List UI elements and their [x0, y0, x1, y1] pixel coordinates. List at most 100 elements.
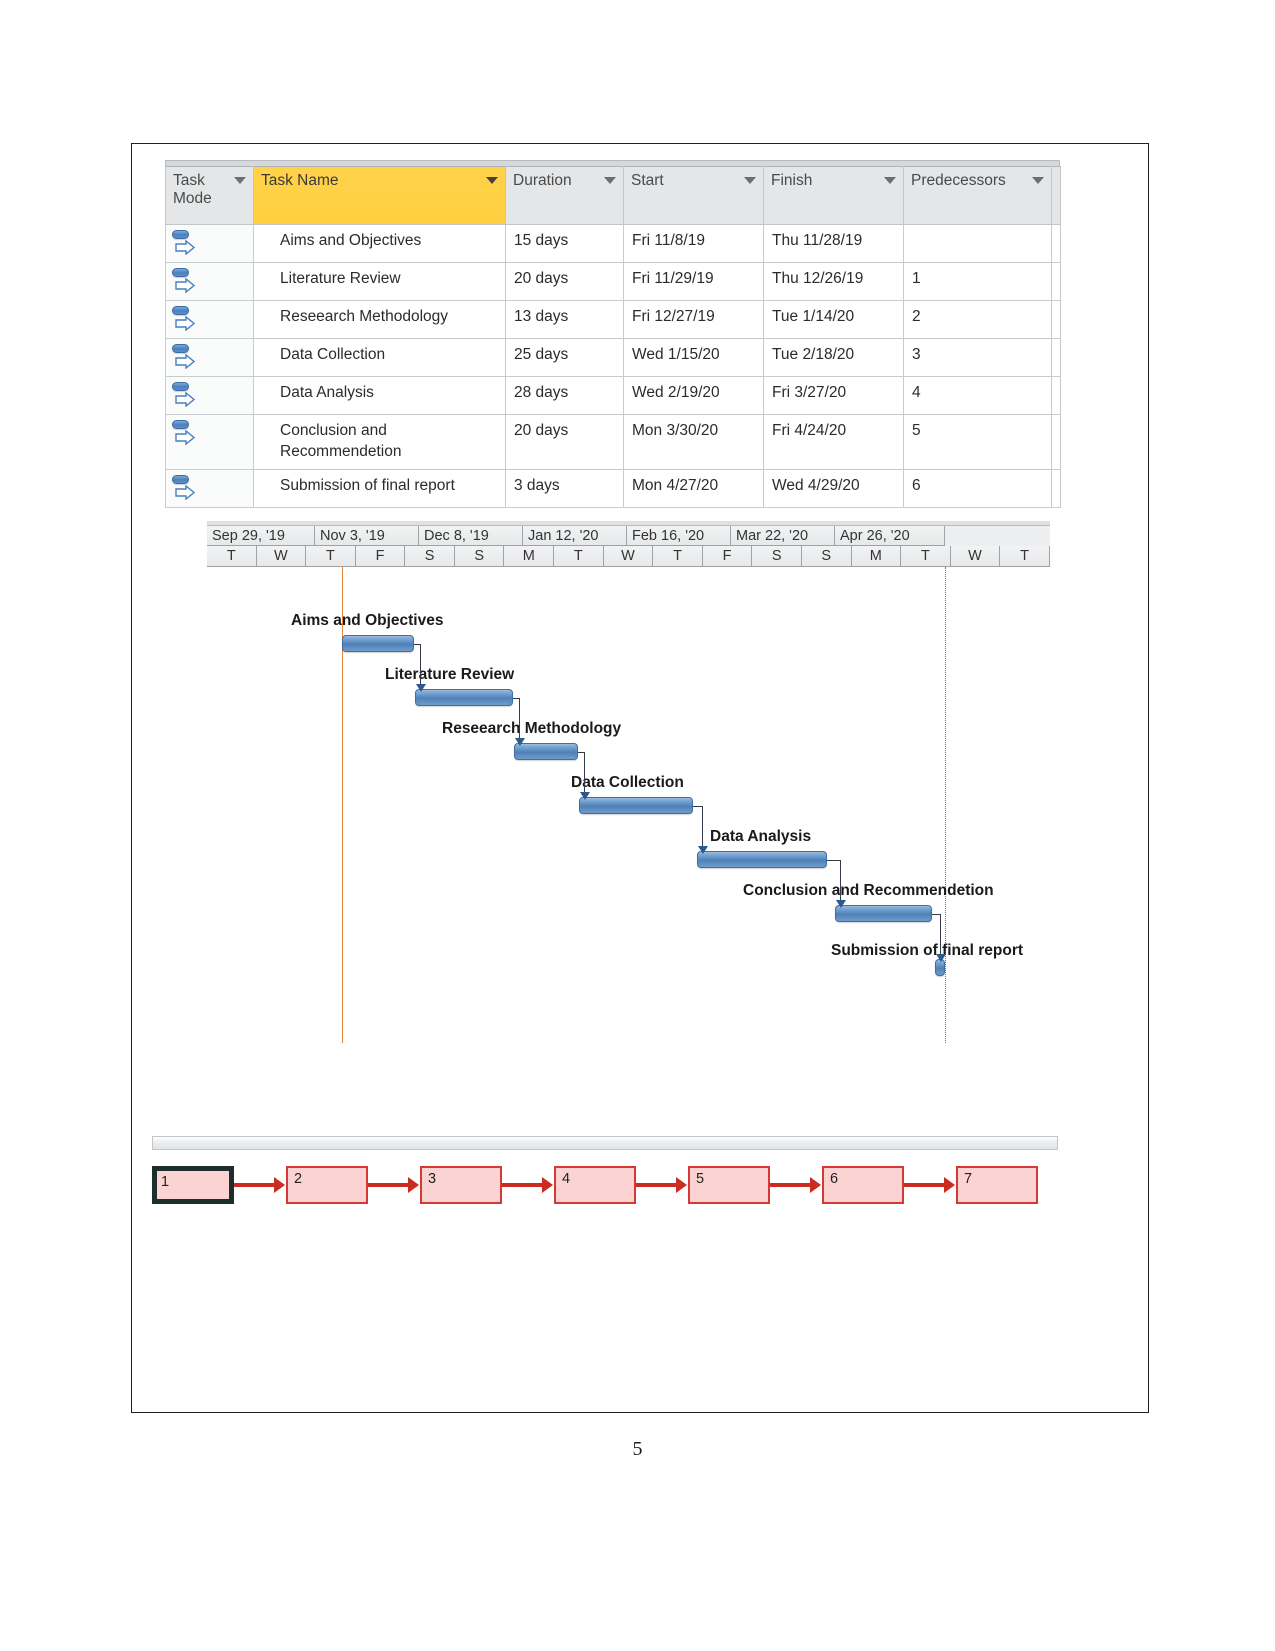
- cell-duration[interactable]: 20 days: [505, 414, 624, 470]
- gantt-bar[interactable]: [342, 635, 414, 652]
- column-header-task-name[interactable]: Task Name: [253, 166, 506, 225]
- cell-task-mode[interactable]: [165, 338, 254, 377]
- horizontal-scrollbar[interactable]: [152, 1136, 1058, 1150]
- timeline-major-cell: Feb 16, '20: [627, 526, 731, 546]
- cell-predecessors[interactable]: 1: [903, 262, 1052, 301]
- filter-arrow-icon[interactable]: [234, 177, 246, 184]
- gantt-canvas[interactable]: Aims and Objectives Literature Review Rese…: [207, 567, 1050, 1129]
- cell-task-name[interactable]: Literature Review: [253, 262, 506, 301]
- network-node[interactable]: 7: [956, 1166, 1038, 1204]
- cell-task-name[interactable]: Reseearch Methodology: [253, 300, 506, 339]
- network-connector: [234, 1183, 274, 1187]
- column-header-task-mode[interactable]: Task Mode: [165, 166, 254, 225]
- cell-task-name[interactable]: Data Analysis: [253, 376, 506, 415]
- filter-arrow-icon[interactable]: [486, 177, 498, 184]
- network-node[interactable]: 6: [822, 1166, 904, 1204]
- cell-overflow: [1051, 468, 1061, 508]
- cell-duration[interactable]: 28 days: [505, 376, 624, 415]
- network-node[interactable]: 4: [554, 1166, 636, 1204]
- column-header-start[interactable]: Start: [623, 166, 764, 225]
- cell-duration[interactable]: 13 days: [505, 300, 624, 339]
- table-row[interactable]: Data Analysis 28 days Wed 2/19/20 Fri 3/27/…: [165, 376, 1061, 415]
- table-row[interactable]: Aims and Objectives 15 days Fri 11/8/19 Thu…: [165, 224, 1061, 263]
- cell-predecessors[interactable]: 4: [903, 376, 1052, 415]
- status-date-line: [945, 567, 946, 1043]
- table-row[interactable]: Conclusion and Recommendetion 20 days Mon …: [165, 414, 1061, 470]
- cell-predecessors[interactable]: 6: [903, 468, 1052, 508]
- gantt-bar[interactable]: [579, 797, 693, 814]
- network-connector: [368, 1183, 408, 1187]
- cell-task-name[interactable]: Submission of final report: [253, 468, 506, 508]
- table-row[interactable]: Literature Review 20 days Fri 11/29/19 Thu …: [165, 262, 1061, 301]
- column-header-finish[interactable]: Finish: [763, 166, 904, 225]
- cell-predecessors[interactable]: 3: [903, 338, 1052, 377]
- task-mode-arrow-icon: [175, 392, 195, 407]
- cell-overflow: [1051, 414, 1061, 470]
- network-node[interactable]: 5: [688, 1166, 770, 1204]
- cell-task-mode[interactable]: [165, 414, 254, 470]
- timeline-minor-cell: S: [454, 546, 505, 567]
- cell-start[interactable]: Fri 11/8/19: [623, 224, 764, 263]
- gantt-bar-label: Data Analysis: [710, 828, 812, 845]
- cell-duration[interactable]: 15 days: [505, 224, 624, 263]
- cell-task-mode[interactable]: [165, 224, 254, 263]
- cell-start[interactable]: Wed 2/19/20: [623, 376, 764, 415]
- filter-arrow-icon[interactable]: [884, 177, 896, 184]
- column-header-label: Predecessors: [911, 172, 1006, 189]
- cell-task-mode[interactable]: [165, 300, 254, 339]
- column-header-predecessors[interactable]: Predecessors: [903, 166, 1052, 225]
- network-node[interactable]: 3: [420, 1166, 502, 1204]
- network-node[interactable]: 2: [286, 1166, 368, 1204]
- cell-finish[interactable]: Fri 4/24/20: [763, 414, 904, 470]
- network-node[interactable]: 1: [152, 1166, 234, 1204]
- gantt-bar[interactable]: [835, 905, 932, 922]
- timeline-minor-cell: T: [554, 546, 604, 567]
- task-table-body: Aims and Objectives 15 days Fri 11/8/19 Thu…: [165, 224, 1061, 508]
- cell-finish[interactable]: Tue 1/14/20: [763, 300, 904, 339]
- filter-arrow-icon[interactable]: [1032, 177, 1044, 184]
- cell-task-mode[interactable]: [165, 376, 254, 415]
- cell-finish[interactable]: Thu 11/28/19: [763, 224, 904, 263]
- table-row[interactable]: Reseearch Methodology 13 days Fri 12/27/19…: [165, 300, 1061, 339]
- cell-task-mode[interactable]: [165, 262, 254, 301]
- cell-overflow: [1051, 338, 1061, 377]
- cell-duration[interactable]: 3 days: [505, 468, 624, 508]
- cell-finish[interactable]: Tue 2/18/20: [763, 338, 904, 377]
- cell-task-name[interactable]: Aims and Objectives: [253, 224, 506, 263]
- dependency-link: [932, 914, 940, 915]
- cell-finish[interactable]: Wed 4/29/20: [763, 468, 904, 508]
- cell-duration[interactable]: 25 days: [505, 338, 624, 377]
- table-row[interactable]: Data Collection 25 days Wed 1/15/20 Tue 2/1…: [165, 338, 1061, 377]
- cell-task-name[interactable]: Data Collection: [253, 338, 506, 377]
- network-connector-arrow-icon: [542, 1177, 553, 1193]
- gantt-bar[interactable]: [697, 851, 827, 868]
- gantt-bar[interactable]: [415, 689, 513, 706]
- timeline-major-cell: Dec 8, '19: [419, 526, 523, 546]
- cell-start[interactable]: Fri 11/29/19: [623, 262, 764, 301]
- filter-arrow-icon[interactable]: [604, 177, 616, 184]
- timeline-major-cell: Apr 26, '20: [835, 526, 945, 546]
- cell-task-name[interactable]: Conclusion and Recommendetion: [253, 414, 506, 470]
- auto-schedule-icon: [172, 343, 198, 371]
- cell-predecessors[interactable]: 2: [903, 300, 1052, 339]
- task-mode-bar-icon: [172, 344, 189, 353]
- cell-start[interactable]: Wed 1/15/20: [623, 338, 764, 377]
- cell-task-mode[interactable]: [165, 468, 254, 508]
- cell-duration[interactable]: 20 days: [505, 262, 624, 301]
- filter-arrow-icon[interactable]: [744, 177, 756, 184]
- dependency-arrowhead-icon: [579, 792, 590, 800]
- cell-start[interactable]: Mon 4/27/20: [623, 468, 764, 508]
- column-header-duration[interactable]: Duration: [505, 166, 624, 225]
- network-diagram: 1 2 3 4 5 6 7: [152, 1160, 1058, 1220]
- task-mode-arrow-icon: [175, 484, 195, 500]
- cell-start[interactable]: Fri 12/27/19: [623, 300, 764, 339]
- cell-predecessors[interactable]: [903, 224, 1052, 263]
- auto-schedule-icon: [172, 419, 198, 447]
- cell-start[interactable]: Mon 3/30/20: [623, 414, 764, 470]
- gantt-bar-label: Data Collection: [571, 774, 684, 791]
- cell-finish[interactable]: Thu 12/26/19: [763, 262, 904, 301]
- cell-predecessors[interactable]: 5: [903, 414, 1052, 470]
- cell-finish[interactable]: Fri 3/27/20: [763, 376, 904, 415]
- table-row[interactable]: Submission of final report 3 days Mon 4/27…: [165, 468, 1061, 508]
- gantt-bar-label: Reseearch Methodology: [442, 720, 622, 737]
